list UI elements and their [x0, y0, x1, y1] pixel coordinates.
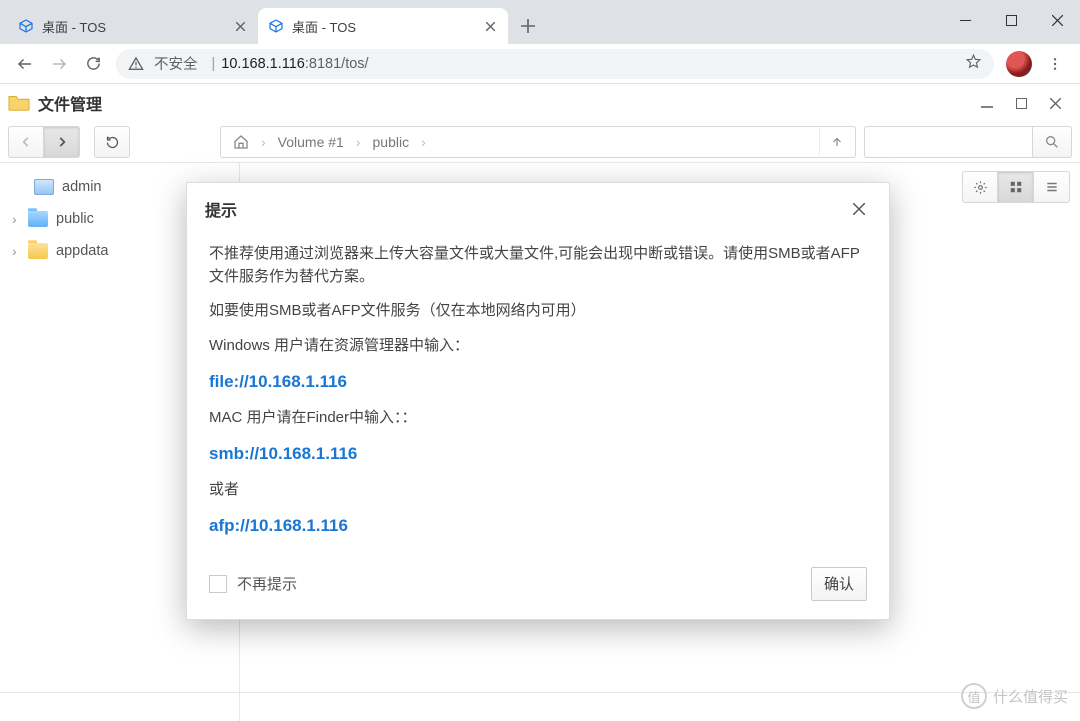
url-host: 10.168.1.116 — [221, 56, 305, 72]
dialog-close-button[interactable] — [847, 197, 871, 221]
dialog-body: 不推荐使用通过浏览器来上传大容量文件或大量文件,可能会出现中断或错误。请使用SM… — [187, 227, 889, 559]
security-label: 不安全 — [154, 53, 198, 74]
cube-icon — [268, 18, 284, 34]
address-bar[interactable]: 不安全 | 10.168.1.116:8181/tos/ — [116, 49, 994, 79]
breadcrumb[interactable]: › Volume #1 › public › — [220, 126, 856, 158]
app-toolbar: › Volume #1 › public › — [0, 122, 1080, 162]
dialog-text: 不推荐使用通过浏览器来上传大容量文件或大量文件,可能会出现中断或错误。请使用SM… — [209, 243, 867, 288]
browser-toolbar: 不安全 | 10.168.1.116:8181/tos/ — [0, 44, 1080, 84]
chevron-right-icon: › — [419, 134, 428, 150]
dialog-text: 如要使用SMB或者AFP文件服务（仅在本地网络内可用） — [209, 300, 867, 323]
nav-reload-button[interactable] — [76, 47, 110, 81]
profile-avatar[interactable] — [1006, 51, 1032, 77]
search-input[interactable] — [864, 126, 1032, 158]
afp-link[interactable]: afp://10.168.1.116 — [209, 516, 348, 535]
watermark-badge: 值 — [961, 683, 987, 709]
browser-tab-0[interactable]: 桌面 - TOS — [8, 8, 258, 44]
confirm-button[interactable]: 确认 — [811, 567, 867, 601]
up-button[interactable] — [819, 126, 853, 158]
breadcrumb-folder[interactable]: public — [363, 127, 420, 157]
home-icon[interactable] — [223, 127, 259, 157]
breadcrumb-volume[interactable]: Volume #1 — [268, 127, 354, 157]
view-grid-button[interactable] — [998, 171, 1034, 203]
tree-label: admin — [62, 179, 102, 195]
browser-tab-1[interactable]: 桌面 - TOS — [258, 8, 508, 44]
file-link[interactable]: file://10.168.1.116 — [209, 372, 347, 391]
url-path: /tos/ — [341, 56, 368, 72]
chevron-right-icon: › — [354, 134, 363, 150]
window-controls — [942, 0, 1080, 40]
tab-close-icon[interactable] — [232, 18, 248, 34]
folder-icon — [28, 243, 48, 259]
nav-back-button[interactable] — [8, 47, 42, 81]
expand-icon[interactable]: › — [12, 243, 28, 259]
not-secure-icon — [128, 56, 144, 72]
window-close-button[interactable] — [1034, 0, 1080, 40]
dont-show-label: 不再提示 — [237, 573, 297, 594]
app-close-button[interactable] — [1038, 88, 1072, 118]
dialog-text: MAC 用户请在Finder中输入：： — [209, 407, 867, 430]
folder-icon — [8, 92, 30, 114]
tree-label: public — [56, 211, 94, 227]
tab-strip: 桌面 - TOS 桌面 - TOS — [0, 0, 1080, 44]
dont-show-checkbox[interactable] — [209, 575, 227, 593]
settings-button[interactable] — [962, 171, 998, 203]
browser-menu-button[interactable] — [1038, 47, 1072, 81]
tree-label: appdata — [56, 243, 108, 259]
watermark: 值 什么值得买 — [961, 683, 1068, 709]
dialog-text: Windows 用户请在资源管理器中输入： — [209, 335, 867, 358]
folder-icon — [28, 211, 48, 227]
view-list-button[interactable] — [1034, 171, 1070, 203]
search-group — [864, 126, 1072, 158]
app-maximize-button[interactable] — [1004, 88, 1038, 118]
tab-title: 桌面 - TOS — [292, 17, 482, 36]
bookmark-star-icon[interactable] — [965, 53, 982, 74]
forward-button[interactable] — [44, 126, 80, 158]
refresh-button[interactable] — [94, 126, 130, 158]
app-title: 文件管理 — [38, 91, 102, 115]
url-port: :8181 — [305, 56, 341, 72]
tab-title: 桌面 - TOS — [42, 17, 232, 36]
dialog-title: 提示 — [205, 197, 237, 221]
nav-forward-button[interactable] — [42, 47, 76, 81]
tab-close-icon[interactable] — [482, 18, 498, 34]
app-minimize-button[interactable] — [970, 88, 1004, 118]
window-maximize-button[interactable] — [988, 0, 1034, 40]
nav-group — [8, 126, 80, 158]
hint-dialog: 提示 不推荐使用通过浏览器来上传大容量文件或大量文件,可能会出现中断或错误。请使… — [186, 182, 890, 620]
search-button[interactable] — [1032, 126, 1072, 158]
dialog-text: 或者 — [209, 479, 867, 502]
app-titlebar: 文件管理 — [0, 84, 1080, 122]
watermark-text: 什么值得买 — [993, 686, 1068, 707]
smb-link[interactable]: smb://10.168.1.116 — [209, 444, 357, 463]
new-tab-button[interactable] — [514, 12, 542, 40]
computer-icon — [34, 179, 54, 195]
back-button[interactable] — [8, 126, 44, 158]
expand-icon[interactable]: › — [12, 211, 28, 227]
cube-icon — [18, 18, 34, 34]
chevron-right-icon: › — [259, 134, 268, 150]
window-minimize-button[interactable] — [942, 0, 988, 40]
